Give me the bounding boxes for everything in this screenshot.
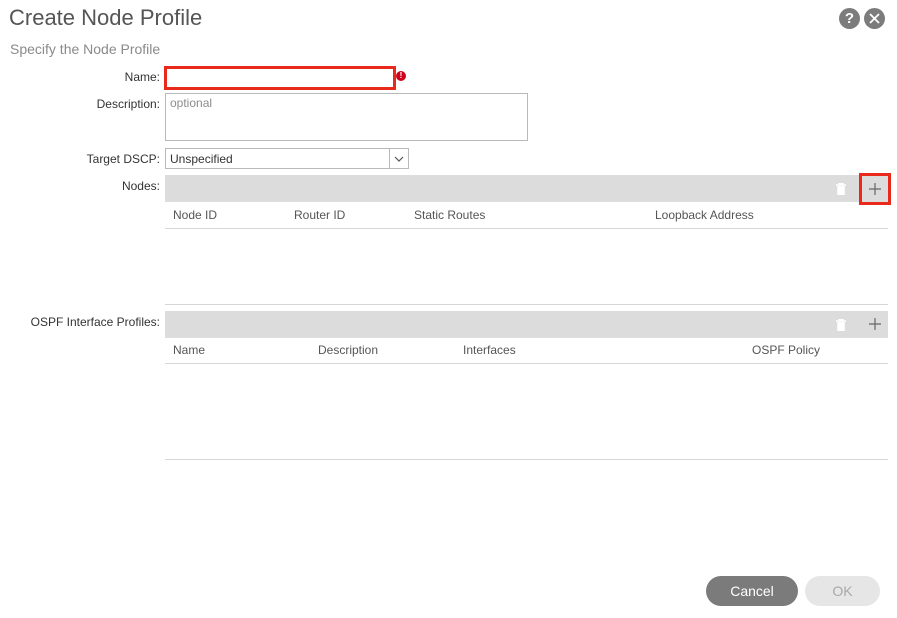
target-dscp-select[interactable]: Unspecified — [165, 148, 409, 169]
trash-icon[interactable] — [835, 318, 847, 332]
target-dscp-label: Target DSCP: — [86, 152, 160, 166]
help-icon[interactable]: ? — [839, 8, 860, 29]
add-node-button[interactable] — [859, 173, 891, 205]
ospf-toolbar — [165, 311, 888, 338]
column-header[interactable]: Description — [318, 343, 378, 357]
ok-button[interactable]: OK — [805, 576, 880, 606]
dialog-title: Create Node Profile — [9, 5, 203, 30]
chevron-down-icon[interactable] — [389, 149, 408, 168]
add-ospf-profile-button[interactable] — [863, 312, 887, 336]
trash-icon[interactable] — [835, 182, 847, 196]
cancel-button[interactable]: Cancel — [706, 576, 798, 606]
column-header[interactable]: Interfaces — [463, 343, 516, 357]
ospf-table-header: Name Description Interfaces OSPF Policy — [165, 337, 888, 364]
nodes-table-bottom — [165, 304, 888, 305]
ospf-table-bottom — [165, 459, 888, 460]
close-icon[interactable] — [864, 8, 885, 29]
close-glyph — [869, 13, 880, 24]
nodes-toolbar — [165, 175, 888, 202]
column-header[interactable]: Node ID — [173, 208, 217, 222]
column-header[interactable]: Name — [173, 343, 205, 357]
nodes-label: Nodes: — [121, 179, 160, 193]
plus-icon — [869, 318, 881, 330]
column-header[interactable]: OSPF Policy — [752, 343, 820, 357]
nodes-table-header: Node ID Router ID Static Routes Loopback… — [165, 202, 888, 229]
description-label: Description: — [96, 97, 160, 111]
error-icon: ! — [396, 71, 406, 81]
ospf-label: OSPF Interface Profiles: — [30, 315, 160, 329]
name-label: Name: — [124, 70, 160, 84]
target-dscp-value: Unspecified — [170, 152, 233, 166]
description-input[interactable]: optional — [165, 93, 528, 141]
name-input[interactable] — [164, 66, 396, 90]
plus-icon — [869, 183, 881, 195]
dialog-subtitle: Specify the Node Profile — [10, 41, 161, 57]
column-header[interactable]: Router ID — [294, 208, 345, 222]
column-header[interactable]: Static Routes — [414, 208, 485, 222]
column-header[interactable]: Loopback Address — [655, 208, 754, 222]
